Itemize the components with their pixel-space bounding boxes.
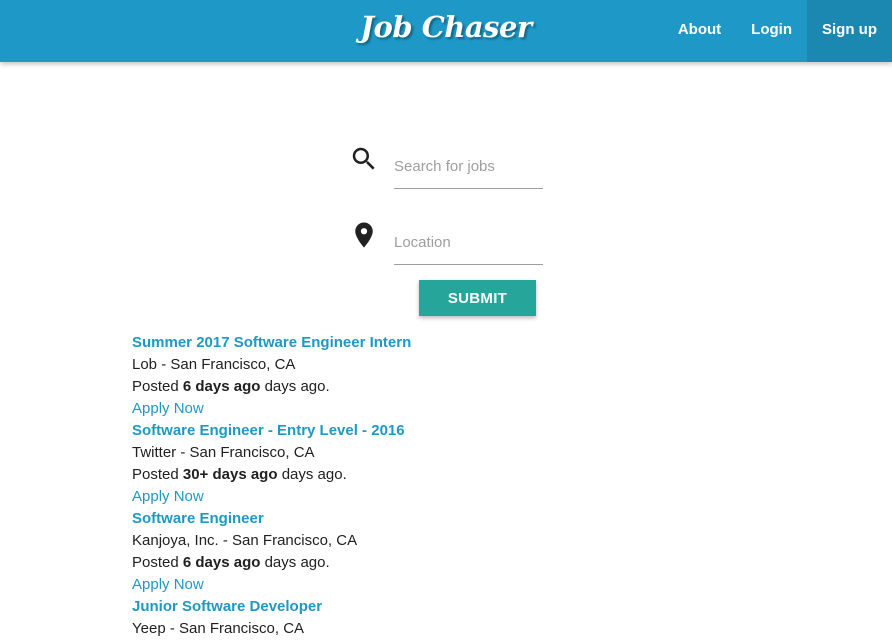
search-field — [345, 144, 545, 194]
posted-suffix: days ago. — [281, 466, 347, 483]
list-item: Summer 2017 Software Engineer Intern Lob… — [132, 332, 632, 420]
location-input[interactable] — [394, 220, 543, 265]
nav-link-about[interactable]: About — [663, 0, 736, 62]
job-posted: Posted 6 days ago days ago. — [132, 552, 632, 574]
job-list: Summer 2017 Software Engineer Intern Lob… — [132, 332, 632, 640]
list-item: Software Engineer - Entry Level - 2016 T… — [132, 420, 632, 508]
posted-age: 6 days ago — [182, 554, 261, 571]
submit-button[interactable]: SUBMIT — [419, 280, 536, 316]
location-field — [345, 220, 545, 270]
posted-prefix: Posted — [132, 554, 179, 571]
job-company-location: Yeep - San Francisco, CA — [132, 620, 305, 637]
map-pin-icon — [349, 220, 379, 250]
job-posted: Posted 30+ days ago days ago. — [132, 464, 632, 486]
job-posted: Posted 6 days ago days ago. — [132, 376, 632, 398]
posted-suffix: days ago. — [264, 378, 330, 395]
navbar: Job Chaser About Login Sign up — [0, 0, 892, 62]
posted-prefix: Posted — [132, 466, 179, 483]
list-item: Junior Software Developer Yeep - San Fra… — [132, 596, 632, 640]
job-company-location: Kanjoya, Inc. - San Francisco, CA — [132, 532, 358, 549]
apply-now-link[interactable]: Apply Now — [132, 486, 632, 508]
search-icon — [349, 144, 379, 174]
job-title-link[interactable]: Summer 2017 Software Engineer Intern — [132, 332, 632, 354]
posted-age: 6 days ago — [182, 378, 261, 395]
list-item: Software Engineer Kanjoya, Inc. - San Fr… — [132, 508, 632, 596]
nav-link-signup[interactable]: Sign up — [807, 0, 892, 62]
job-company-location: Twitter - San Francisco, CA — [132, 444, 315, 461]
posted-age: 30+ days ago — [182, 466, 278, 483]
posted-prefix: Posted — [132, 378, 179, 395]
apply-now-link[interactable]: Apply Now — [132, 398, 632, 420]
nav-link-login[interactable]: Login — [736, 0, 807, 62]
posted-suffix: days ago. — [264, 554, 330, 571]
job-title-link[interactable]: Junior Software Developer — [132, 596, 632, 618]
job-title-link[interactable]: Software Engineer - Entry Level - 2016 — [132, 420, 632, 442]
nav-links: About Login Sign up — [663, 0, 892, 62]
job-company-location: Lob - San Francisco, CA — [132, 356, 296, 373]
search-input[interactable] — [394, 144, 543, 189]
apply-now-link[interactable]: Apply Now — [132, 574, 632, 596]
job-title-link[interactable]: Software Engineer — [132, 508, 632, 530]
